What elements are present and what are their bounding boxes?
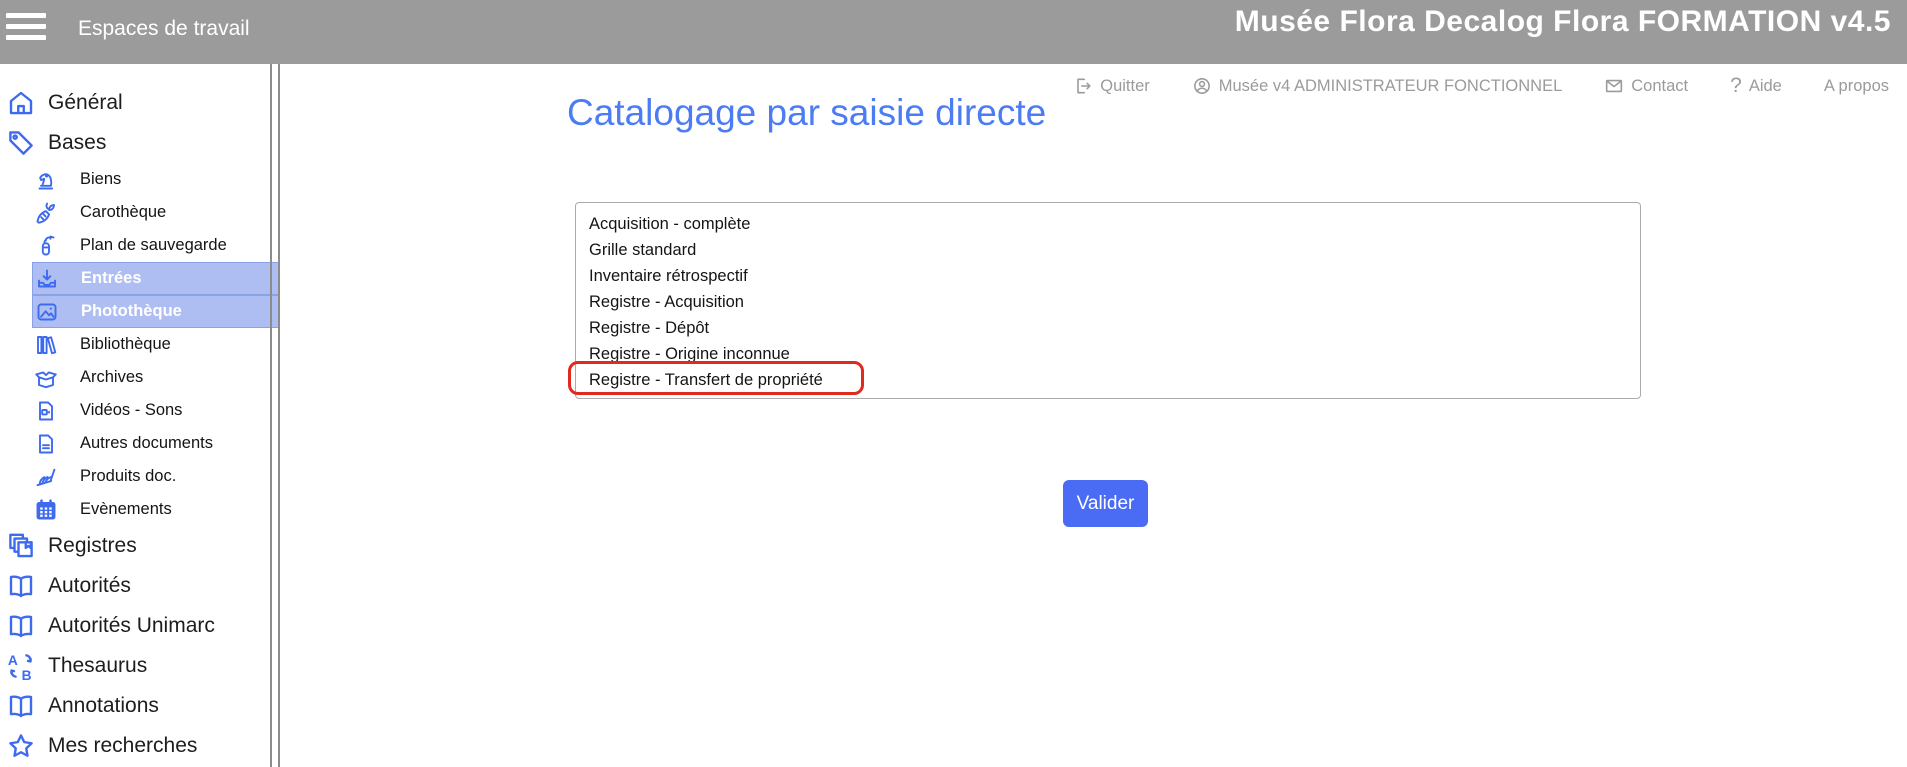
image-icon	[35, 300, 59, 324]
home-icon	[6, 88, 36, 118]
account-icon	[1192, 76, 1212, 96]
sidebar-item-label: Mes recherches	[48, 734, 197, 758]
grid-option-registre-depot[interactable]: Registre - Dépôt	[589, 315, 1640, 341]
sidebar-item-label: Evènements	[80, 500, 172, 519]
grid-option-acquisition-complete[interactable]: Acquisition - complète	[589, 211, 1640, 237]
open-box-icon	[34, 366, 58, 390]
paper-stack-icon	[34, 465, 58, 489]
sort-ab-icon: AB	[6, 651, 36, 681]
grid-option-registre-transfert-de-propriete[interactable]: Registre - Transfert de propriété	[589, 367, 1640, 393]
grid-selection-list[interactable]: Acquisition - complèteGrille standardInv…	[575, 202, 1641, 399]
apropos-link[interactable]: A propos	[1824, 77, 1889, 96]
quitter-link[interactable]: Quitter	[1073, 76, 1150, 96]
grid-option-grille-standard[interactable]: Grille standard	[589, 237, 1640, 263]
sidebar-item-label: Archives	[80, 368, 143, 387]
aide-link[interactable]: ? Aide	[1730, 76, 1782, 96]
sidebar-item-label: Thesaurus	[48, 654, 147, 678]
sidebar-scrollbar[interactable]	[270, 64, 280, 767]
sidebar-item-label: Bibliothèque	[80, 335, 171, 354]
sidebar-item-label: Général	[48, 91, 123, 115]
workspace-label: Espaces de travail	[78, 0, 250, 58]
logout-icon	[1073, 76, 1093, 96]
sidebar-item-bibliotheque[interactable]: Bibliothèque	[32, 328, 280, 361]
sidebar-item-produits-doc[interactable]: Produits doc.	[32, 460, 280, 493]
user-label: Musée v4 ADMINISTRATEUR FONCTIONNEL	[1219, 77, 1563, 96]
books-icon	[34, 333, 58, 357]
sidebar-item-label: Bases	[48, 131, 106, 155]
calendar-icon	[34, 498, 58, 522]
sidebar-item-thesaurus[interactable]: AB Thesaurus	[4, 646, 280, 686]
sidebar-item-evenements[interactable]: Evènements	[32, 493, 280, 526]
fire-extinguisher-icon	[34, 234, 58, 258]
svg-text:A: A	[8, 653, 18, 668]
user-menu[interactable]: Musée v4 ADMINISTRATEUR FONCTIONNEL	[1192, 76, 1563, 96]
sidebar-item-mes-recherches[interactable]: Mes recherches	[4, 726, 280, 766]
hamburger-menu-icon[interactable]	[6, 13, 48, 51]
chess-knight-icon	[34, 168, 58, 192]
document-icon	[34, 432, 58, 456]
sidebar-item-plan-de-sauvegarde[interactable]: Plan de sauvegarde	[32, 229, 280, 262]
sidebar-item-label: Annotations	[48, 694, 159, 718]
grid-option-registre-acquisition[interactable]: Registre - Acquisition	[589, 289, 1640, 315]
tag-icon	[6, 128, 36, 158]
sidebar-item-carotheque[interactable]: Carothèque	[32, 196, 280, 229]
apropos-label: A propos	[1824, 77, 1889, 96]
sidebar-item-autorites[interactable]: Autorités	[4, 566, 280, 606]
valider-button[interactable]: Valider	[1063, 480, 1148, 527]
inbox-arrow-icon	[35, 267, 59, 291]
star-icon	[6, 731, 36, 761]
sidebar-item-label: Produits doc.	[80, 467, 176, 486]
sidebar-item-archives[interactable]: Archives	[32, 361, 280, 394]
contact-label: Contact	[1631, 77, 1688, 96]
mail-icon	[1604, 76, 1624, 96]
sidebar-item-label: Carothèque	[80, 203, 166, 222]
sidebar-item-entrees[interactable]: Entrées	[32, 262, 280, 295]
topbar: Espaces de travail Musée Flora Decalog F…	[0, 0, 1907, 64]
sidebar-item-annotations[interactable]: Annotations	[4, 686, 280, 726]
sidebar-item-label: Autres documents	[80, 434, 213, 453]
sidebar-item-label: Registres	[48, 534, 137, 558]
sidebar-item-registres[interactable]: Registres	[4, 526, 280, 566]
app-title: Musée Flora Decalog Flora FORMATION v4.5	[1235, 5, 1891, 39]
app-window: Espaces de travail Musée Flora Decalog F…	[0, 0, 1907, 767]
sidebar-item-autres-documents[interactable]: Autres documents	[32, 427, 280, 460]
sidebar-item-general[interactable]: Général	[4, 83, 280, 123]
open-book-icon	[6, 611, 36, 641]
sidebar: Général Bases Biens Carothèque Plan de sauve…	[0, 64, 280, 767]
grid-option-inventaire-retrospectif[interactable]: Inventaire rétrospectif	[589, 263, 1640, 289]
open-book-icon	[6, 571, 36, 601]
sidebar-item-autorites-unimarc[interactable]: Autorités Unimarc	[4, 606, 280, 646]
sidebar-item-label: Autorités Unimarc	[48, 614, 215, 638]
question-icon: ?	[1730, 76, 1742, 96]
page-title: Catalogage par saisie directe	[567, 92, 1046, 134]
carrot-icon	[34, 201, 58, 225]
grid-option-registre-origine-inconnue[interactable]: Registre - Origine inconnue	[589, 341, 1640, 367]
open-book-icon	[6, 691, 36, 721]
sidebar-item-biens[interactable]: Biens	[32, 163, 280, 196]
svg-text:B: B	[22, 668, 32, 681]
contact-link[interactable]: Contact	[1604, 76, 1688, 96]
sidebar-item-label: Vidéos - Sons	[80, 401, 182, 420]
quitter-label: Quitter	[1100, 77, 1150, 96]
registers-icon	[6, 531, 36, 561]
sidebar-item-label: Photothèque	[81, 302, 182, 321]
aide-label: Aide	[1749, 77, 1782, 96]
sidebar-item-label: Plan de sauvegarde	[80, 236, 227, 255]
sidebar-item-label: Autorités	[48, 574, 131, 598]
sidebar-item-bases[interactable]: Bases	[4, 123, 280, 163]
sidebar-item-phototheque[interactable]: Photothèque	[32, 295, 280, 328]
video-file-icon	[34, 399, 58, 423]
header-links: Quitter Musée v4 ADMINISTRATEUR FONCTION…	[280, 64, 1907, 108]
sidebar-item-videos-sons[interactable]: Vidéos - Sons	[32, 394, 280, 427]
sidebar-item-label: Biens	[80, 170, 121, 189]
sidebar-item-label: Entrées	[81, 269, 142, 288]
